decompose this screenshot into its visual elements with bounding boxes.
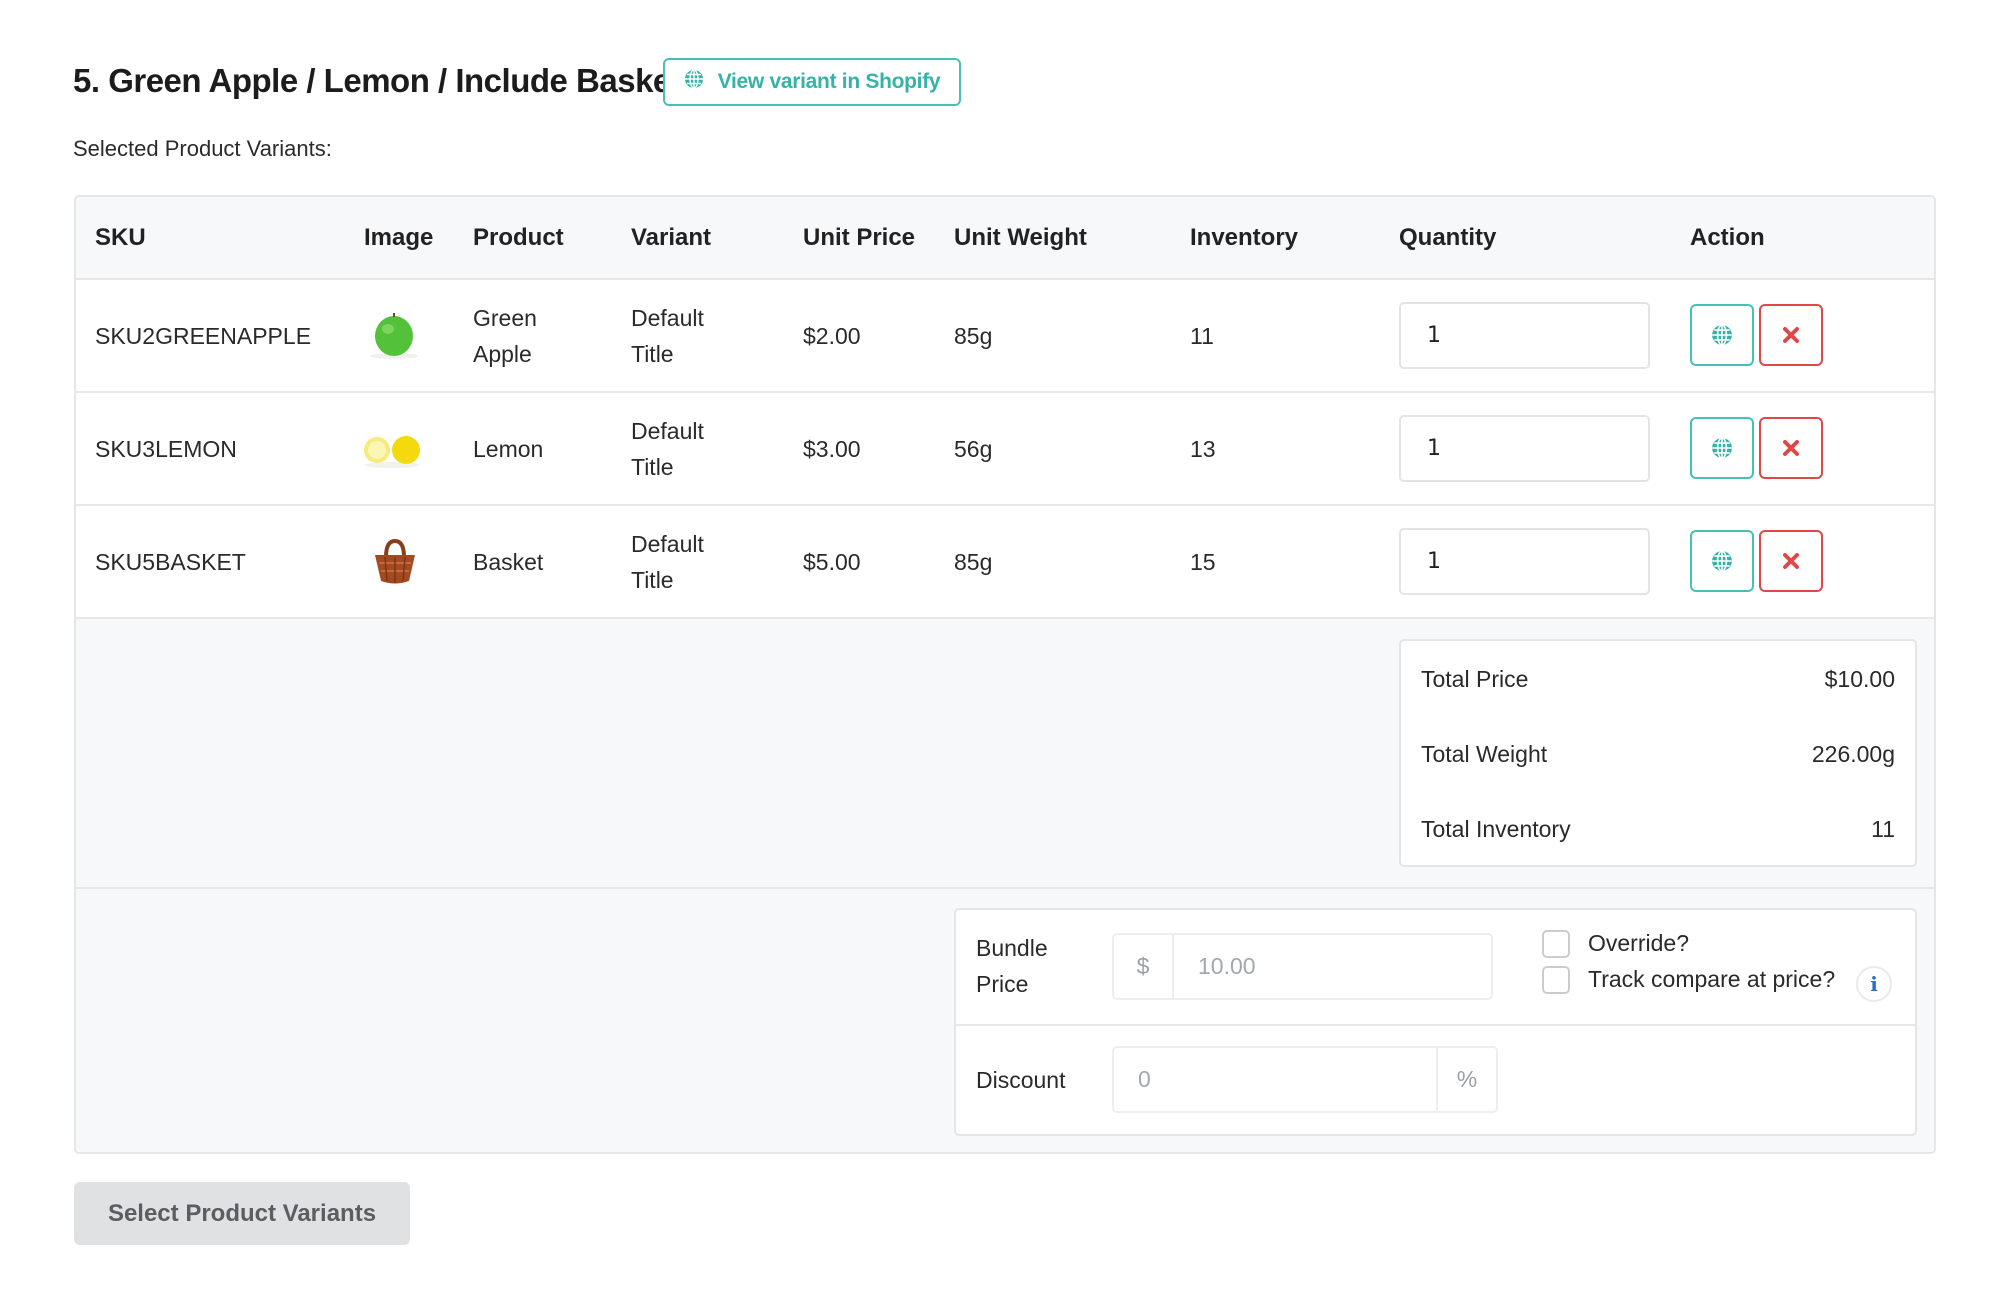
total-weight-label: Total Weight: [1421, 740, 1548, 767]
override-checkbox[interactable]: [1542, 930, 1570, 958]
col-quantity: Quantity: [1399, 224, 1497, 251]
close-x-icon: [1783, 440, 1799, 456]
currency-addon: $: [1114, 935, 1174, 998]
variants-panel: SKU Image Product Variant Unit Price Uni…: [74, 195, 1936, 1154]
view-variant-button[interactable]: [1690, 304, 1754, 366]
bundle-pricing-section: Bundle Price $ 10.00 Override? Track com…: [76, 889, 1934, 1152]
col-unit-price: Unit Price: [803, 224, 916, 251]
remove-variant-button[interactable]: [1759, 304, 1823, 366]
discount-input[interactable]: 0: [1114, 1048, 1436, 1111]
divider: [956, 1024, 1915, 1026]
total-price-row: Total Price $10.00: [1421, 659, 1895, 699]
globe-icon: [1712, 550, 1732, 572]
unit-price-cell: $2.00: [803, 322, 861, 349]
total-inventory-label: Total Inventory: [1421, 815, 1571, 842]
bundle-pricing-box: Bundle Price $ 10.00 Override? Track com…: [954, 908, 1917, 1136]
remove-variant-button[interactable]: [1759, 417, 1823, 479]
inventory-cell: 11: [1190, 322, 1214, 349]
variant-cell: Default Title: [631, 530, 704, 593]
table-header: SKU Image Product Variant Unit Price Uni…: [76, 197, 1934, 280]
track-compare-checkbox[interactable]: [1542, 966, 1570, 994]
unit-weight-cell: 85g: [954, 322, 993, 349]
view-variant-button[interactable]: [1690, 417, 1754, 479]
total-price-value: $10.00: [1824, 665, 1895, 692]
inventory-cell: 13: [1190, 435, 1216, 462]
total-inventory-row: Total Inventory 11: [1421, 809, 1895, 849]
table-row: SKU2GREENAPPLE Green Apple Default Title…: [76, 280, 1934, 393]
info-icon[interactable]: i: [1856, 966, 1892, 1002]
bundle-price-input-group: $ 10.00: [1112, 933, 1493, 1000]
total-price-label: Total Price: [1421, 665, 1529, 692]
page-title: 5. Green Apple / Lemon / Include Basket: [73, 62, 682, 99]
unit-price-cell: $3.00: [803, 435, 861, 462]
totals-section: Total Price $10.00 Total Weight 226.00g …: [76, 619, 1934, 889]
totals-summary: Total Price $10.00 Total Weight 226.00g …: [1399, 639, 1917, 867]
col-sku: SKU: [95, 224, 146, 251]
total-weight-row: Total Weight 226.00g: [1421, 734, 1895, 774]
globe-icon: [1712, 324, 1732, 346]
col-product: Product: [473, 224, 564, 251]
product-image-basket: [370, 506, 420, 617]
close-x-icon: [1783, 553, 1799, 569]
close-x-icon: [1783, 327, 1799, 343]
view-variant-button[interactable]: [1690, 530, 1754, 592]
bundle-price-label: Bundle Price: [976, 935, 1048, 997]
bundle-price-input[interactable]: 10.00: [1174, 935, 1491, 998]
col-unit-weight: Unit Weight: [954, 224, 1087, 251]
discount-label: Discount: [976, 1067, 1066, 1093]
select-product-variants-button[interactable]: Select Product Variants: [74, 1182, 410, 1245]
quantity-input[interactable]: 1: [1399, 415, 1650, 482]
globe-icon: [684, 69, 704, 95]
variant-cell: Default Title: [631, 417, 704, 480]
quantity-input[interactable]: 1: [1399, 528, 1650, 595]
track-compare-label: Track compare at price?: [1588, 966, 1836, 992]
col-action: Action: [1690, 224, 1765, 251]
col-variant: Variant: [631, 224, 712, 251]
remove-variant-button[interactable]: [1759, 530, 1823, 592]
table-row: SKU5BASKET Basket Default Title $5.00 85…: [76, 506, 1934, 619]
selected-variants-label: Selected Product Variants:: [73, 136, 332, 161]
unit-price-cell: $5.00: [803, 548, 861, 575]
table-row: SKU3LEMON Lemon Default Title $3.00 56g …: [76, 393, 1934, 506]
view-variant-label: View variant in Shopify: [717, 70, 941, 93]
col-image: Image: [364, 224, 434, 251]
total-inventory-value: 11: [1871, 815, 1895, 842]
sku-cell: SKU3LEMON: [95, 435, 237, 462]
unit-weight-cell: 56g: [954, 435, 993, 462]
sku-cell: SKU5BASKET: [95, 548, 246, 575]
total-weight-value: 226.00g: [1811, 740, 1895, 767]
product-image-lemon: [360, 393, 424, 504]
inventory-cell: 15: [1190, 548, 1216, 575]
col-inventory: Inventory: [1190, 224, 1299, 251]
product-cell: Lemon: [473, 435, 544, 462]
percent-addon: %: [1436, 1048, 1496, 1111]
product-cell: Basket: [473, 548, 544, 575]
quantity-input[interactable]: 1: [1399, 302, 1650, 369]
variant-cell: Default Title: [631, 304, 704, 367]
unit-weight-cell: 85g: [954, 548, 993, 575]
discount-input-group: 0 %: [1112, 1046, 1498, 1113]
globe-icon: [1712, 437, 1732, 459]
override-label: Override?: [1588, 930, 1689, 956]
product-cell: Green Apple: [473, 304, 537, 367]
product-image-green-apple: [364, 280, 424, 391]
sku-cell: SKU2GREENAPPLE: [95, 322, 312, 349]
view-variant-in-shopify-button[interactable]: View variant in Shopify: [663, 58, 961, 106]
